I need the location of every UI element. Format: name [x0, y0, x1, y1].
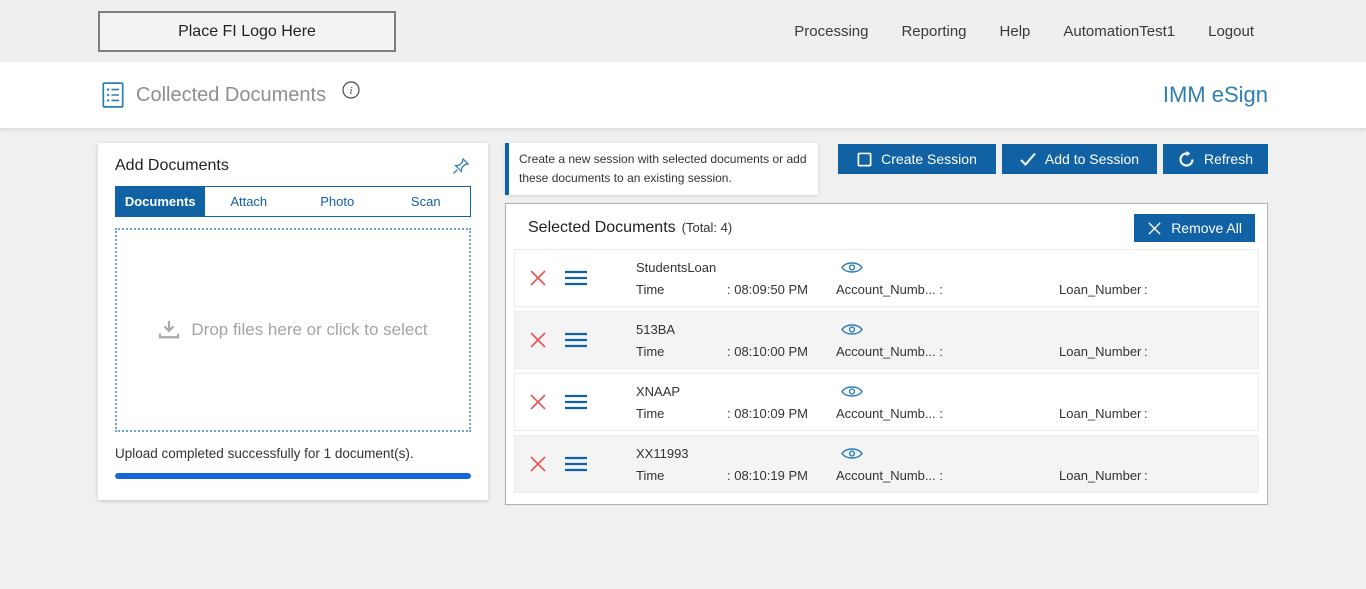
page-title: Collected Documents	[136, 83, 327, 106]
upload-progress-bar	[115, 473, 471, 479]
session-info-text: Create a new session with selected docum…	[519, 152, 807, 185]
loan-number-label: Loan_Number	[1059, 405, 1142, 421]
document-name: XNAAP	[636, 383, 681, 399]
loan-number-colon: :	[1144, 343, 1148, 359]
checkmark-icon	[1020, 152, 1036, 166]
refresh-label: Refresh	[1203, 151, 1254, 167]
preview-eye-icon[interactable]	[841, 322, 863, 337]
remove-document-icon[interactable]	[529, 393, 547, 411]
preview-eye-icon[interactable]	[841, 384, 863, 399]
time-value: : 08:10:19 PM	[727, 467, 808, 483]
document-name: 513BA	[636, 321, 676, 337]
account-number-label: Account_Numb... :	[836, 281, 943, 297]
drag-handle-icon[interactable]	[564, 270, 588, 286]
document-details: XX11993 Time : 08:10:19 PM Account_Numb.…	[636, 446, 1258, 483]
remove-all-label: Remove All	[1171, 220, 1242, 236]
remove-all-button[interactable]: Remove All	[1134, 214, 1255, 242]
nav-processing[interactable]: Processing	[794, 23, 868, 40]
nav-logout[interactable]: Logout	[1208, 23, 1254, 40]
document-rows: StudentsLoan Time : 08:09:50 PM Account_…	[506, 249, 1267, 493]
add-documents-tabs: Documents Attach Photo Scan	[115, 186, 471, 217]
remove-document-icon[interactable]	[529, 455, 547, 473]
top-navigation: Processing Reporting Help AutomationTest…	[794, 0, 1254, 62]
time-label: Time	[636, 343, 665, 359]
close-x-icon	[1147, 221, 1162, 236]
download-icon	[158, 320, 180, 340]
nav-user-automationtest1[interactable]: AutomationTest1	[1063, 23, 1175, 40]
document-details: StudentsLoan Time : 08:09:50 PM Account_…	[636, 260, 1258, 297]
document-name: XX11993	[636, 445, 689, 461]
upload-progress-fill	[115, 473, 471, 479]
loan-number-label: Loan_Number	[1059, 467, 1142, 483]
preview-eye-icon[interactable]	[841, 260, 863, 275]
header-band: Collected Documents i IMM eSign	[0, 62, 1366, 128]
add-to-session-button[interactable]: Add to Session	[1002, 144, 1157, 174]
document-details: 513BA Time : 08:10:00 PM Account_Numb...…	[636, 322, 1258, 359]
tab-documents[interactable]: Documents	[116, 187, 205, 216]
account-number-label: Account_Numb... :	[836, 343, 943, 359]
account-number-label: Account_Numb... :	[836, 467, 943, 483]
app-root: Place FI Logo Here Processing Reporting …	[0, 0, 1366, 589]
time-value: : 08:10:09 PM	[727, 405, 808, 421]
create-session-button[interactable]: Create Session	[838, 144, 996, 174]
add-documents-header: Add Documents	[98, 143, 488, 186]
time-label: Time	[636, 281, 665, 297]
remove-document-icon[interactable]	[529, 331, 547, 349]
upload-status-text: Upload completed successfully for 1 docu…	[115, 446, 414, 461]
tab-photo[interactable]: Photo	[293, 187, 382, 216]
loan-number-colon: :	[1144, 467, 1148, 483]
tab-attach[interactable]: Attach	[204, 187, 293, 216]
file-dropzone[interactable]: Drop files here or click to select	[115, 228, 471, 432]
loan-number-label: Loan_Number	[1059, 343, 1142, 359]
selected-documents-header: Selected Documents (Total: 4) Remove All	[506, 204, 1267, 249]
document-details: XNAAP Time : 08:10:09 PM Account_Numb...…	[636, 384, 1258, 421]
selected-documents-panel: Selected Documents (Total: 4) Remove All…	[505, 203, 1268, 505]
drag-handle-icon[interactable]	[564, 456, 588, 472]
dropzone-text: Drop files here or click to select	[191, 320, 428, 339]
brand-imm-esign: IMM eSign	[1162, 82, 1268, 107]
pin-icon[interactable]	[451, 156, 471, 176]
fi-logo-placeholder: Place FI Logo Here	[98, 11, 396, 52]
session-info-box: Create a new session with selected docum…	[505, 143, 818, 195]
add-documents-title: Add Documents	[115, 157, 229, 174]
document-row: XX11993 Time : 08:10:19 PM Account_Numb.…	[514, 435, 1259, 493]
add-to-session-label: Add to Session	[1044, 151, 1140, 167]
collected-documents-icon	[100, 81, 126, 109]
loan-number-colon: :	[1144, 405, 1148, 421]
tab-scan[interactable]: Scan	[381, 187, 470, 216]
time-label: Time	[636, 405, 665, 421]
time-value: : 08:10:00 PM	[727, 343, 808, 359]
selected-documents-total: (Total: 4)	[681, 220, 733, 235]
topbar: Place FI Logo Here Processing Reporting …	[0, 0, 1366, 62]
drag-handle-icon[interactable]	[564, 332, 588, 348]
preview-eye-icon[interactable]	[841, 446, 863, 461]
nav-reporting[interactable]: Reporting	[901, 23, 966, 40]
nav-help[interactable]: Help	[1000, 23, 1031, 40]
document-name: StudentsLoan	[636, 259, 717, 275]
remove-document-icon[interactable]	[529, 269, 547, 287]
create-session-label: Create Session	[881, 151, 977, 167]
svg-text:i: i	[350, 85, 353, 97]
square-icon	[857, 152, 872, 167]
loan-number-label: Loan_Number	[1059, 281, 1142, 297]
selected-documents-title: Selected Documents	[528, 219, 676, 236]
refresh-button[interactable]: Refresh	[1163, 144, 1268, 174]
session-buttons: Create Session Add to Session Refresh	[838, 144, 1268, 174]
selected-documents-title-wrap: Selected Documents (Total: 4)	[528, 219, 732, 237]
refresh-icon	[1178, 150, 1195, 168]
time-value: : 08:09:50 PM	[727, 281, 808, 297]
account-number-label: Account_Numb... :	[836, 405, 943, 421]
document-row: 513BA Time : 08:10:00 PM Account_Numb...…	[514, 311, 1259, 369]
document-row: StudentsLoan Time : 08:09:50 PM Account_…	[514, 249, 1259, 307]
add-documents-card: Add Documents Documents Attach Photo Sca…	[98, 143, 488, 500]
time-label: Time	[636, 467, 665, 483]
info-icon[interactable]: i	[342, 81, 360, 99]
document-row: XNAAP Time : 08:10:09 PM Account_Numb...…	[514, 373, 1259, 431]
loan-number-colon: :	[1144, 281, 1148, 297]
header-left: Collected Documents i	[100, 62, 360, 128]
drag-handle-icon[interactable]	[564, 394, 588, 410]
